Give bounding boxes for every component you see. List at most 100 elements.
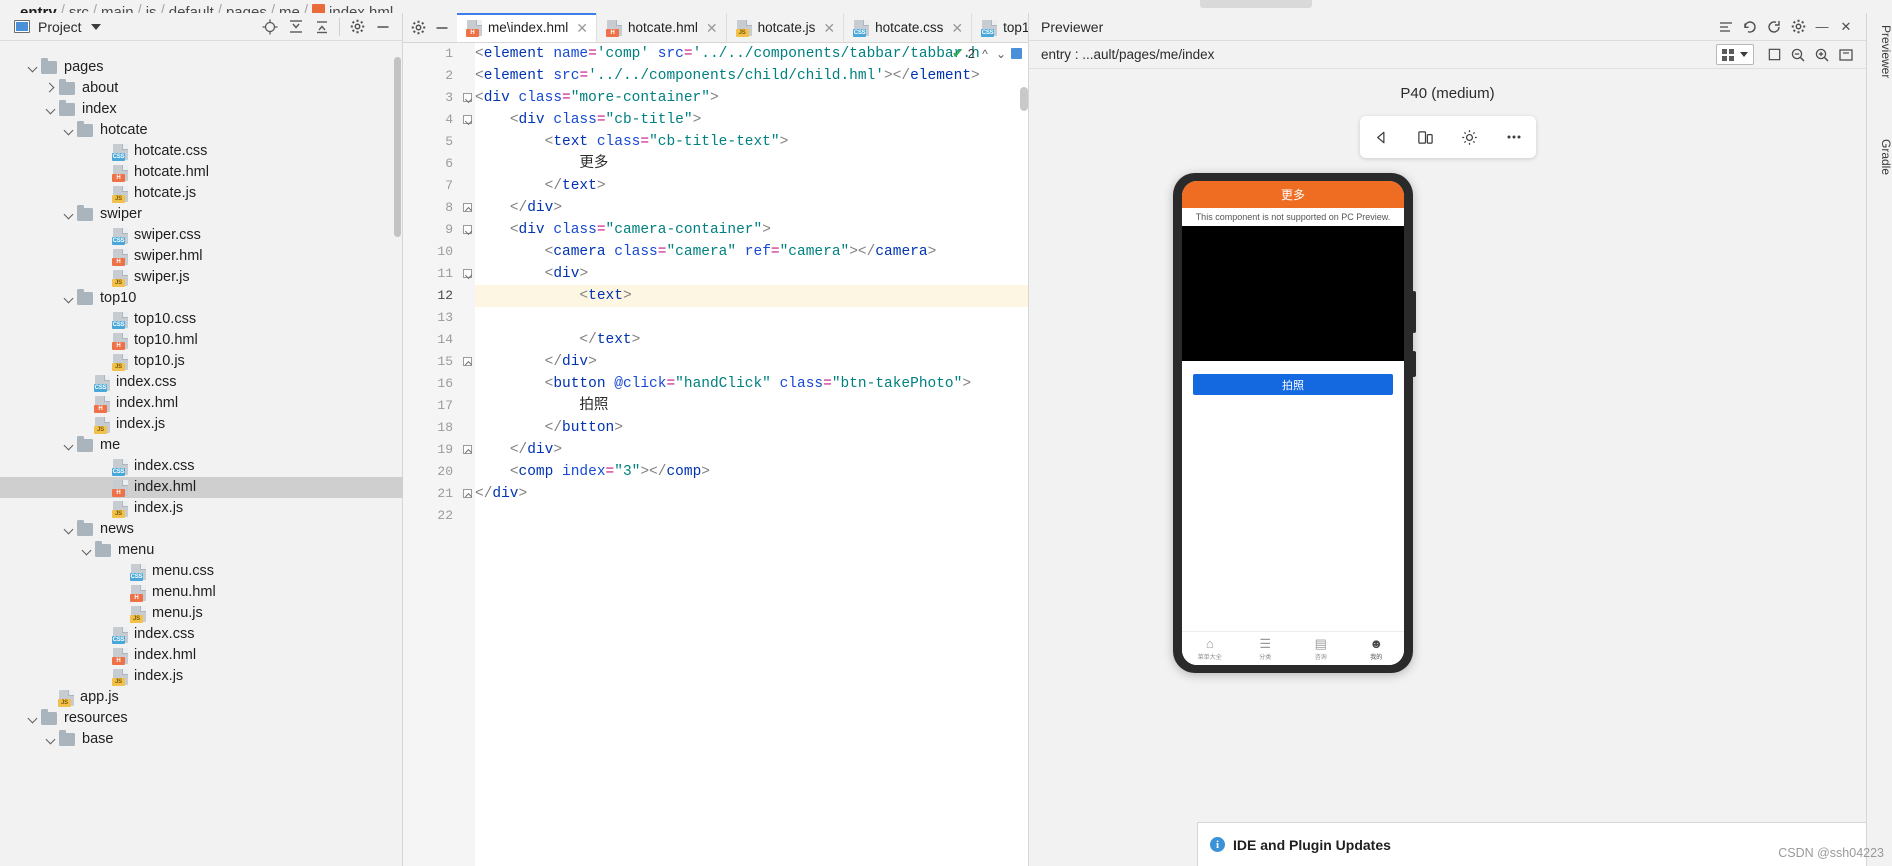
code-line[interactable]: 更多 [475,153,1028,175]
project-tree-scrollbar[interactable] [394,57,401,237]
tree-file-row[interactable]: JS menu.js [0,603,403,624]
code-line[interactable]: <div class="camera-container"> [475,219,1028,241]
preview-bottom-tabbar[interactable]: ⌂ 菜单大全 ☰ 分类 ▤ 咨询 ☻ 我的 [1182,631,1404,665]
tree-folder-row[interactable]: resources [0,708,403,729]
close-tab-icon[interactable]: ✕ [823,21,835,35]
chevron-down-icon[interactable] [80,544,93,557]
code-line[interactable]: <element src='../../components/child/chi… [475,65,1028,87]
settings-icon[interactable] [344,16,370,38]
code-line[interactable]: </text> [475,329,1028,351]
tree-file-row[interactable]: CSS index.css [0,624,403,645]
tree-file-row[interactable]: JS swiper.js [0,267,403,288]
tree-file-row[interactable]: Hindex.hml [0,645,403,666]
close-icon[interactable]: ✕ [1834,16,1858,38]
tree-file-row[interactable]: JS hotcate.js [0,183,403,204]
preview-tab[interactable]: ☻ 我的 [1349,637,1405,661]
code-line[interactable]: <element name='comp' src='../../componen… [475,43,1028,65]
fold-collapse-icon[interactable] [463,197,473,219]
chevron-down-icon[interactable] [62,208,75,221]
code-line[interactable]: </button> [475,417,1028,439]
code-line[interactable] [475,505,1028,527]
fold-expand-icon[interactable] [463,219,473,241]
settings-icon[interactable] [1786,16,1810,38]
tree-file-row[interactable]: Hhotcate.hml [0,162,403,183]
code-line[interactable]: </text> [475,175,1028,197]
breadcrumb-item[interactable]: src [69,5,89,13]
tree-file-row[interactable]: JS index.js [0,498,403,519]
frame-icon[interactable] [1762,44,1786,66]
project-file-tree[interactable]: pages about index hotcate CSS hotcate.css Hhot… [0,55,403,866]
tree-file-row[interactable]: CSS top10.css [0,309,403,330]
tree-folder-row[interactable]: base [0,729,403,750]
rail-item-gradle[interactable]: Gradle [1867,133,1892,181]
breadcrumb-item[interactable]: main [101,5,134,13]
minimize-icon[interactable]: — [1810,16,1834,38]
chevron-down-icon[interactable] [26,61,39,74]
breadcrumb-item[interactable]: me [279,5,300,13]
chevron-down-icon[interactable] [62,292,75,305]
fold-collapse-icon[interactable] [463,351,473,373]
code-line[interactable]: </div> [475,439,1028,461]
fold-expand-icon[interactable] [463,109,473,131]
settings-icon[interactable] [407,17,429,39]
chevron-down-icon[interactable] [26,712,39,725]
code-line[interactable]: </div> [475,351,1028,373]
brightness-icon[interactable] [1453,120,1487,154]
notification-banner[interactable]: i IDE and Plugin Updates [1197,822,1867,866]
preview-tab[interactable]: ⌂ 菜单大全 [1182,637,1238,661]
tree-file-row[interactable]: JS index.js [0,666,403,687]
code-line[interactable]: <camera class="camera" ref="camera"></ca… [475,241,1028,263]
tree-folder-row[interactable]: swiper [0,204,403,225]
chevron-down-icon[interactable] [44,103,57,116]
breadcrumb-item[interactable]: pages [226,5,267,13]
locate-icon[interactable] [257,16,283,38]
code-area[interactable]: 1 2 3 4 5 6 7 8 9 10 11 12 13 14 15 16 17 18 19 20 21 22 <ele… [403,43,1028,866]
refresh-layout-icon[interactable] [1714,16,1738,38]
tree-file-row[interactable]: JS index.js [0,414,403,435]
tree-folder-row[interactable]: menu [0,540,403,561]
back-icon[interactable] [1365,120,1399,154]
chevron-down-icon[interactable] [62,523,75,536]
code-line[interactable]: 拍照 [475,395,1028,417]
fold-expand-icon[interactable] [463,87,473,109]
close-tab-icon[interactable]: ✕ [706,21,718,35]
breadcrumb-item[interactable]: default [169,5,214,13]
fit-screen-icon[interactable] [1834,44,1858,66]
editor-tab[interactable]: Hme\index.hml ✕ [457,13,598,42]
tree-folder-row[interactable]: hotcate [0,120,403,141]
fold-collapse-icon[interactable] [463,483,473,505]
code-line[interactable]: <text> [475,285,1028,307]
chevron-down-icon[interactable] [44,733,57,746]
tree-file-row[interactable]: CSS menu.css [0,561,403,582]
close-tab-icon[interactable]: ✕ [576,21,588,35]
preview-tab[interactable]: ☰ 分类 [1238,637,1294,661]
fold-collapse-icon[interactable] [463,439,473,461]
view-mode-selector[interactable] [1716,44,1754,65]
tree-file-row[interactable]: Htop10.hml [0,330,403,351]
code-line[interactable]: </div> [475,197,1028,219]
device-screen[interactable]: 更多 This component is not supported on PC… [1182,181,1404,665]
chevron-right-icon[interactable] [44,82,57,95]
inspection-widget[interactable]: ✔ 2 ^ ⌄ [952,45,1022,62]
breadcrumb-item[interactable]: entry [20,5,57,13]
code-line[interactable]: <div class="cb-title"> [475,109,1028,131]
chevron-up-icon[interactable]: ^ [979,47,991,61]
rotate-icon[interactable] [1738,16,1762,38]
tree-folder-row[interactable]: me [0,435,403,456]
tree-file-row[interactable]: CSS index.css [0,456,403,477]
tree-folder-row[interactable]: pages [0,57,403,78]
tree-file-row[interactable]: Hindex.hml [0,393,403,414]
code-line[interactable]: <button @click="handClick" class="btn-ta… [475,373,1028,395]
tree-file-row[interactable]: JS top10.js [0,351,403,372]
take-photo-button[interactable]: 拍照 [1193,374,1393,395]
tree-file-row[interactable]: CSS index.css [0,372,403,393]
chevron-down-icon[interactable] [62,124,75,137]
code-line[interactable]: <comp index="3"></comp> [475,461,1028,483]
tree-file-row[interactable]: CSS hotcate.css [0,141,403,162]
inspection-settings-icon[interactable] [1011,48,1022,59]
tree-file-row[interactable]: CSS swiper.css [0,225,403,246]
tree-folder-row[interactable]: news [0,519,403,540]
more-icon[interactable] [1497,120,1531,154]
breadcrumb-item[interactable]: js [146,5,157,13]
tree-file-row[interactable]: Hswiper.hml [0,246,403,267]
